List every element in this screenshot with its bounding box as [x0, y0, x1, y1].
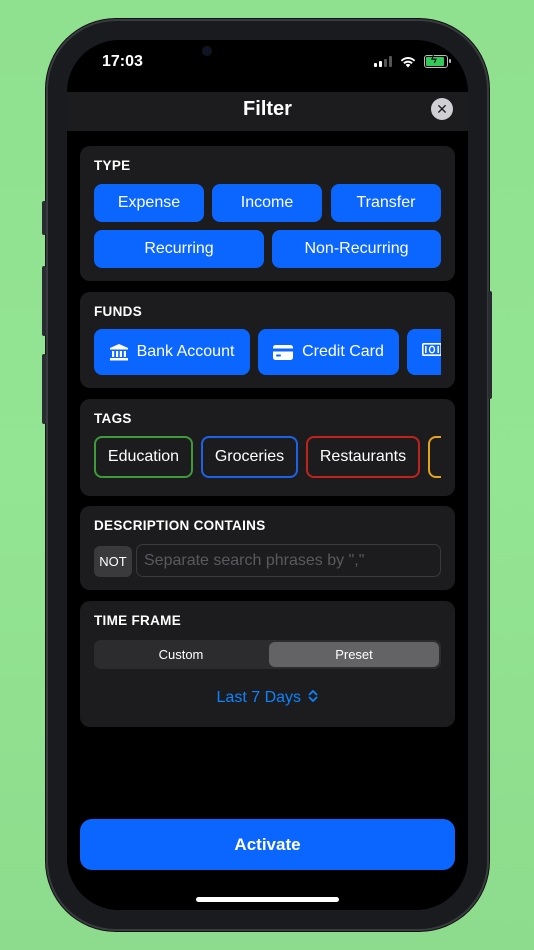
- tags-scroller[interactable]: Education Groceries Restaurants: [94, 399, 441, 496]
- tag-partial-button[interactable]: [428, 436, 441, 478]
- bank-icon: [109, 343, 128, 361]
- activate-button[interactable]: Activate: [80, 819, 455, 870]
- silent-switch: [42, 201, 46, 235]
- phone-screen: 17:03 ϟ Filter ✕ TYPE Expense Income Tra…: [67, 40, 468, 910]
- home-indicator: [196, 897, 339, 902]
- fund-bank-account-button[interactable]: Bank Account: [94, 329, 250, 375]
- fund-credit-card-label: Credit Card: [302, 343, 384, 360]
- segment-custom[interactable]: Custom: [96, 642, 266, 667]
- close-button[interactable]: ✕: [431, 98, 453, 120]
- segment-preset[interactable]: Preset: [269, 642, 439, 667]
- type-recurring-button[interactable]: Recurring: [94, 230, 264, 268]
- type-non-recurring-button[interactable]: Non-Recurring: [272, 230, 441, 268]
- sheet-title: Filter: [243, 98, 292, 120]
- tag-education-button[interactable]: Education: [94, 436, 193, 478]
- fund-bank-account-label: Bank Account: [136, 343, 235, 360]
- type-label: TYPE: [94, 158, 131, 173]
- cash-icon: [422, 343, 441, 361]
- fund-credit-card-button[interactable]: Credit Card: [258, 329, 399, 375]
- timeframe-section: TIME FRAME Custom Preset Last 7 Days: [80, 601, 455, 727]
- funds-scroller[interactable]: Bank Account Credit Card: [94, 329, 441, 375]
- wifi-icon: [400, 56, 416, 67]
- power-button: [488, 291, 492, 399]
- chevron-up-down-icon: [309, 690, 318, 702]
- credit-card-icon: [273, 344, 294, 360]
- status-icons: ϟ: [374, 54, 451, 68]
- type-income-button[interactable]: Income: [212, 184, 322, 222]
- description-section: DESCRIPTION CONTAINS NOT: [80, 506, 455, 590]
- volume-down-button: [42, 354, 46, 424]
- description-search-input[interactable]: [136, 544, 441, 577]
- preset-value-label: Last 7 Days: [216, 689, 302, 706]
- preset-picker[interactable]: Last 7 Days: [80, 689, 455, 707]
- status-time: 17:03: [102, 53, 143, 70]
- front-camera: [202, 46, 212, 56]
- funds-section: FUNDS Bank Account Credit Card: [80, 292, 455, 388]
- tags-section: TAGS Education Groceries Restaurants: [80, 399, 455, 496]
- sheet-header: Filter ✕: [67, 92, 468, 131]
- type-transfer-button[interactable]: Transfer: [331, 184, 441, 222]
- tag-restaurants-button[interactable]: Restaurants: [306, 436, 420, 478]
- battery-icon: ϟ: [424, 54, 451, 68]
- type-expense-button[interactable]: Expense: [94, 184, 204, 222]
- timeframe-label: TIME FRAME: [94, 613, 181, 628]
- funds-label: FUNDS: [94, 304, 142, 319]
- close-icon: ✕: [436, 101, 448, 117]
- notch: [185, 40, 350, 74]
- filter-sheet: Filter ✕ TYPE Expense Income Transfer Re…: [67, 92, 468, 910]
- type-section: TYPE Expense Income Transfer Recurring N…: [80, 146, 455, 281]
- not-toggle-button[interactable]: NOT: [94, 546, 132, 577]
- cellular-signal-icon: [374, 56, 392, 67]
- timeframe-segmented-control: Custom Preset: [94, 640, 441, 669]
- fund-cash-button[interactable]: [407, 329, 441, 375]
- volume-up-button: [42, 266, 46, 336]
- description-label: DESCRIPTION CONTAINS: [94, 518, 266, 533]
- tag-groceries-button[interactable]: Groceries: [201, 436, 298, 478]
